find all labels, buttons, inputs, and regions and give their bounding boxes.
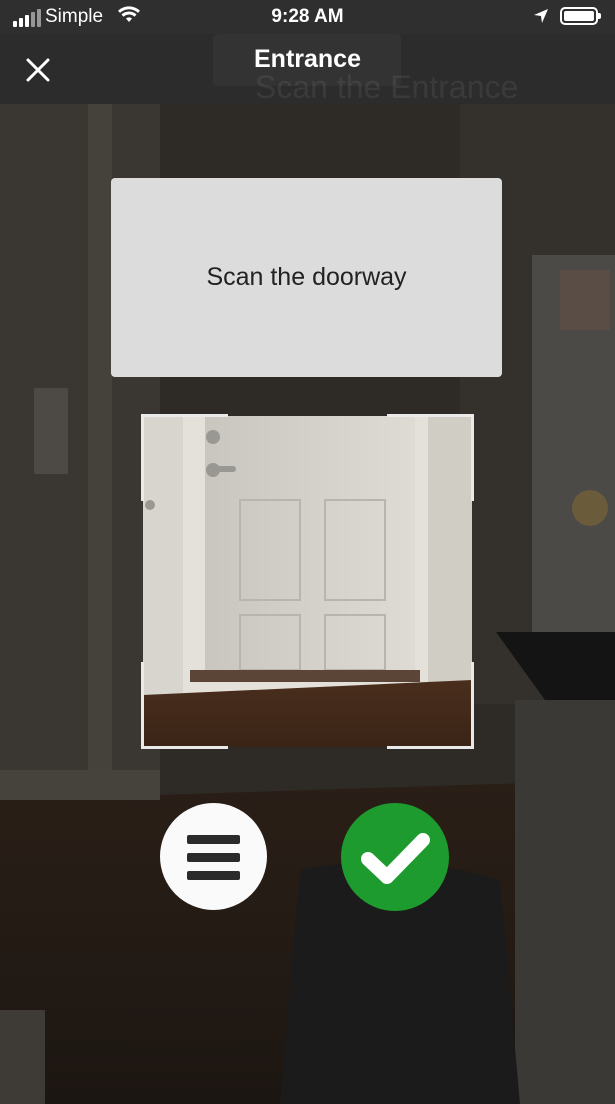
close-button[interactable] (18, 50, 58, 90)
checkmark-icon (361, 833, 430, 884)
location-arrow-icon (534, 9, 548, 23)
status-time: 9:28 AM (271, 6, 344, 27)
scan-frame (141, 414, 474, 749)
instruction-card: Scan the doorway (111, 178, 502, 377)
confirm-button[interactable] (341, 803, 449, 911)
page-title: Entrance (254, 45, 361, 73)
menu-button[interactable] (160, 803, 267, 910)
scan-corner-bottom-left (141, 662, 228, 749)
status-bar: Simple 9:28 AM (0, 0, 615, 34)
scan-corner-bottom-right (387, 662, 474, 749)
battery-icon (560, 7, 601, 25)
nav-bar: Scan the Entrance Entrance (0, 34, 615, 105)
background-caption: Scan the Entrance (255, 69, 519, 105)
instruction-text: Scan the doorway (206, 263, 407, 291)
scan-corner-top-left (141, 414, 228, 501)
scan-corner-top-right (387, 414, 474, 501)
close-icon (26, 58, 50, 82)
